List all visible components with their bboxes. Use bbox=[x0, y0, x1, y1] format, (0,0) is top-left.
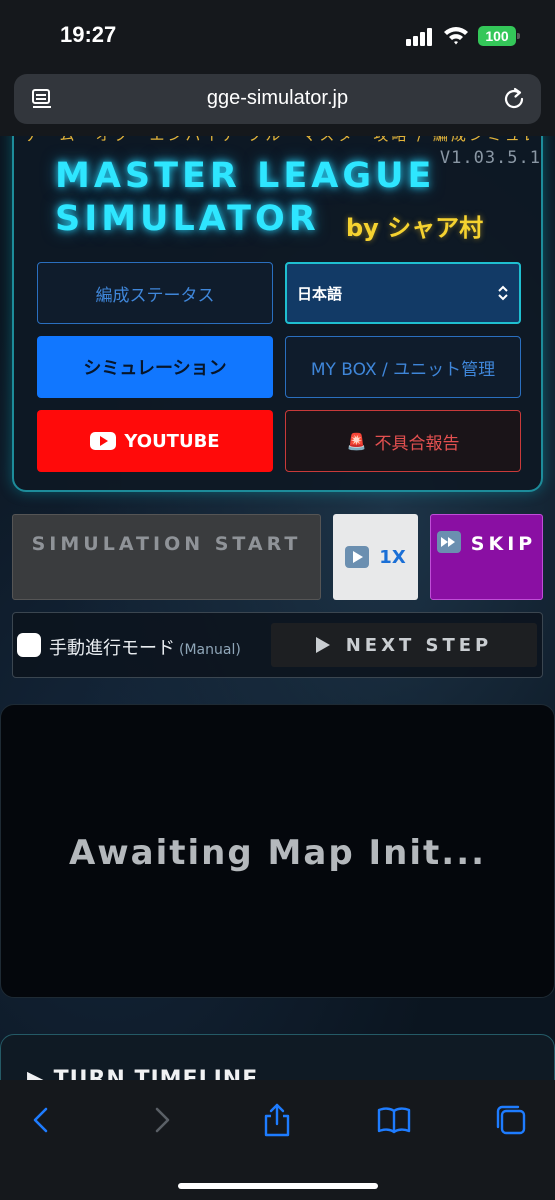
bug-report-label: 不具合報告 bbox=[374, 433, 460, 454]
youtube-button[interactable]: YOUTUBE bbox=[37, 410, 273, 472]
wifi-icon bbox=[444, 27, 468, 45]
map-canvas[interactable]: Awaiting Map Init... bbox=[0, 704, 555, 998]
manual-mode-checkbox[interactable] bbox=[17, 633, 41, 657]
byline: by シャア村 bbox=[346, 214, 484, 242]
play-icon bbox=[315, 637, 330, 653]
address-bar[interactable]: gge-simulator.jp bbox=[14, 74, 541, 124]
signal-icon bbox=[406, 28, 434, 46]
marquee-text: ゲーム・オブ・エンパイア ブルーマスター攻略 / 編成シミュレーター bbox=[24, 136, 529, 144]
next-step-label: NEXT STEP bbox=[345, 634, 493, 656]
title-line-2: SIMULATOR bbox=[55, 199, 320, 239]
map-placeholder: Awaiting Map Init... bbox=[68, 833, 487, 873]
skip-label: SKIP bbox=[470, 533, 537, 555]
header-card: ゲーム・オブ・エンパイア ブルーマスター攻略 / 編成シミュレーター V1.03… bbox=[12, 136, 543, 492]
chevron-updown-icon bbox=[498, 285, 508, 301]
url-text[interactable]: gge-simulator.jp bbox=[14, 87, 541, 110]
simulation-button[interactable]: シミュレーション bbox=[37, 336, 273, 398]
share-icon[interactable] bbox=[259, 1102, 295, 1138]
status-time: 19:27 bbox=[60, 22, 117, 47]
address-bar-container: gge-simulator.jp bbox=[0, 68, 555, 136]
reload-icon[interactable] bbox=[501, 86, 527, 112]
turn-timeline-title[interactable]: ▶ TURN TIMELINE bbox=[27, 1067, 258, 1080]
bookmarks-icon[interactable] bbox=[376, 1102, 412, 1138]
title-line-1: MASTER LEAGUE bbox=[55, 156, 436, 196]
back-icon[interactable] bbox=[24, 1102, 60, 1138]
home-indicator bbox=[178, 1183, 378, 1189]
status-button[interactable]: 編成ステータス bbox=[37, 262, 273, 324]
mybox-button[interactable]: MY BOX / ユニット管理 bbox=[285, 336, 521, 398]
skip-button[interactable]: SKIP bbox=[430, 514, 543, 600]
simulation-start-button[interactable]: SIMULATION START bbox=[12, 514, 321, 600]
play-speed-icon bbox=[345, 546, 370, 568]
bug-report-button[interactable]: 🚨 不具合報告 bbox=[285, 410, 521, 472]
battery-icon: 100 bbox=[478, 26, 520, 46]
tabs-icon[interactable] bbox=[493, 1102, 529, 1138]
web-page: ゲーム・オブ・エンパイア ブルーマスター攻略 / 編成シミュレーター V1.03… bbox=[0, 136, 555, 1080]
forward-icon[interactable] bbox=[143, 1102, 179, 1138]
siren-icon: 🚨 bbox=[346, 431, 367, 451]
turn-timeline-card: ▶ TURN TIMELINE bbox=[0, 1034, 555, 1080]
language-select[interactable]: 日本語 bbox=[285, 262, 521, 324]
youtube-label: YOUTUBE bbox=[124, 430, 220, 452]
status-bar: 19:27 100 bbox=[0, 0, 555, 68]
version-label: V1.03.5.1 bbox=[439, 148, 541, 168]
browser-toolbar bbox=[0, 1080, 555, 1200]
speed-button[interactable]: 1X bbox=[333, 514, 418, 600]
youtube-icon bbox=[90, 432, 117, 450]
next-step-button[interactable]: NEXT STEP bbox=[271, 623, 537, 667]
speed-label: 1X bbox=[379, 546, 406, 568]
language-value: 日本語 bbox=[297, 284, 343, 303]
manual-mode-text: 手動進行モード bbox=[49, 638, 175, 659]
manual-mode-sub: (Manual) bbox=[179, 642, 241, 658]
manual-mode-panel: 手動進行モード (Manual) NEXT STEP bbox=[12, 612, 543, 678]
manual-mode-label: 手動進行モード (Manual) bbox=[49, 634, 241, 660]
fast-forward-icon bbox=[436, 531, 461, 553]
